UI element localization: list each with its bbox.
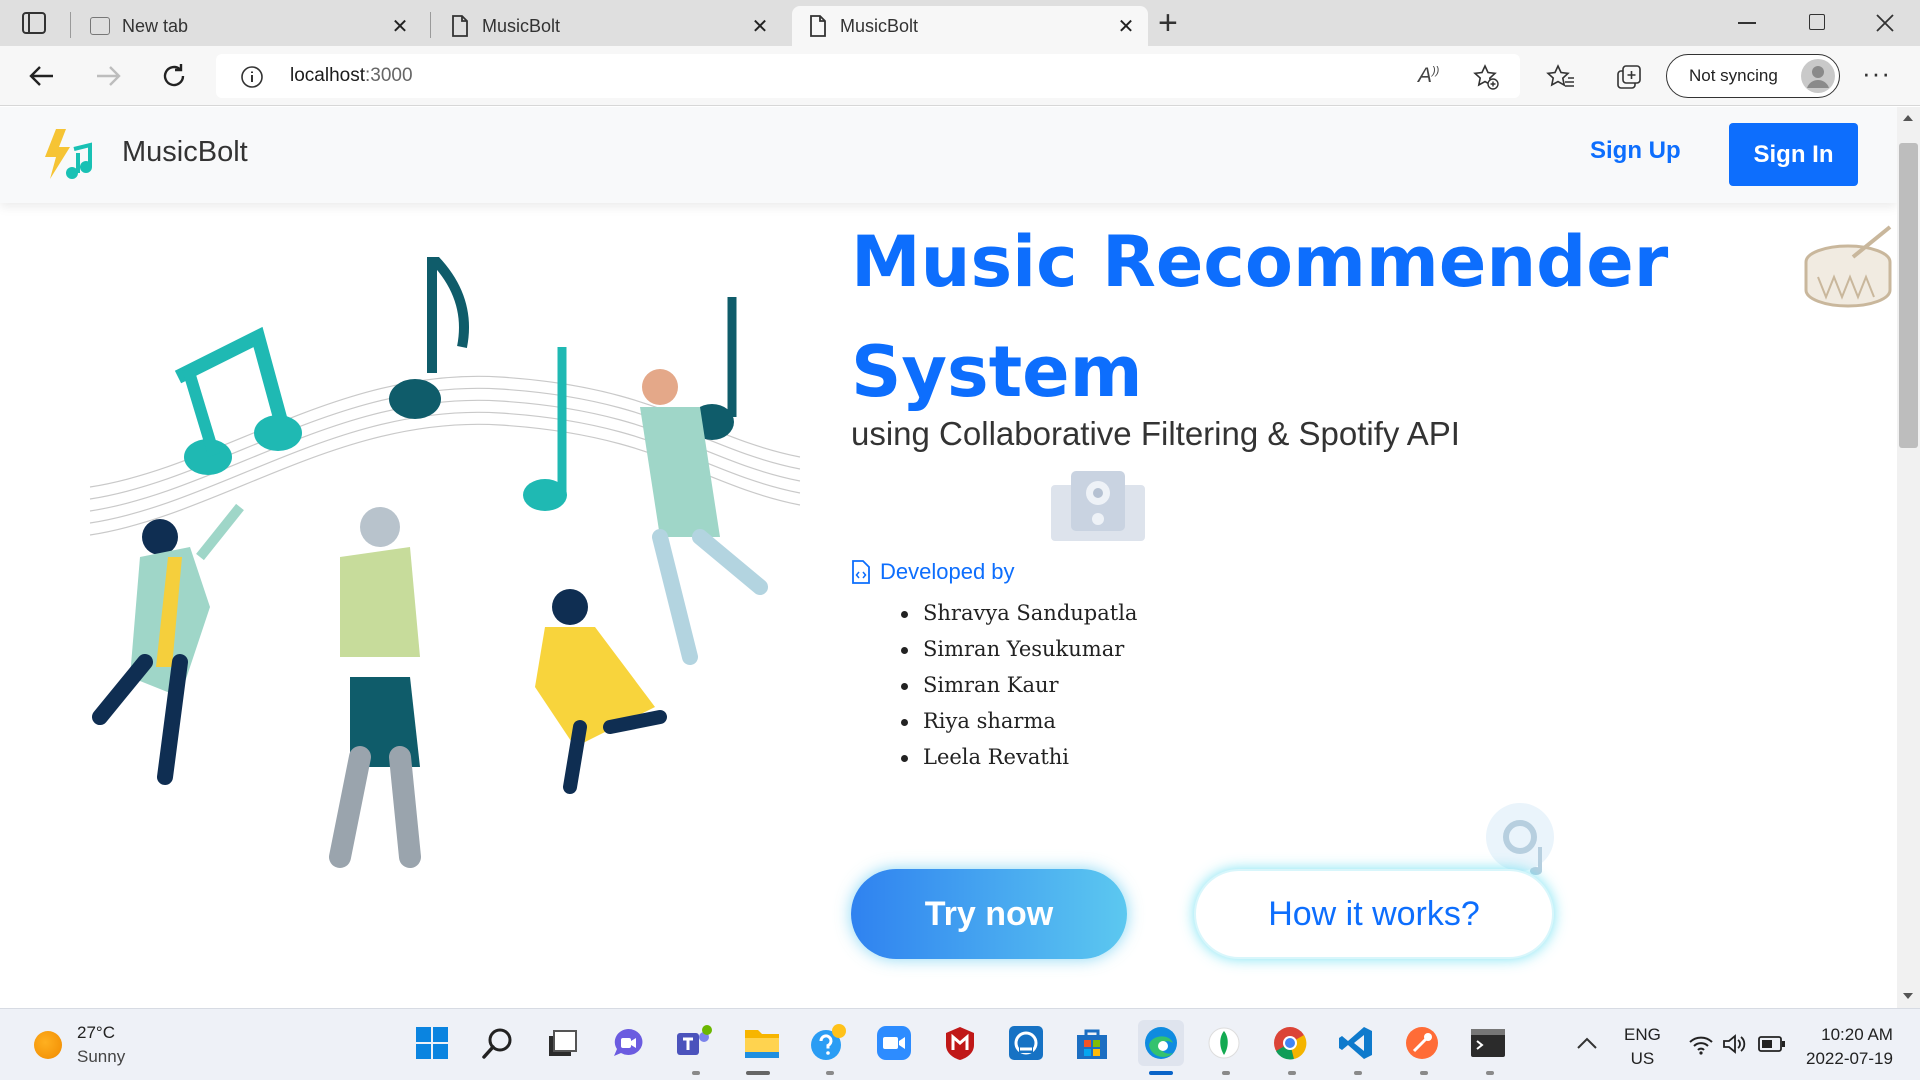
weather-condition[interactable]: Sunny [77, 1047, 125, 1067]
refresh-icon[interactable] [158, 60, 190, 92]
app-icon[interactable] [1006, 1023, 1046, 1063]
hero-title-line: System [851, 331, 1143, 413]
close-tab-icon[interactable]: ✕ [1114, 14, 1138, 39]
dancer-shoulders-icon [329, 507, 421, 868]
weather-temperature[interactable]: 27°C [77, 1023, 115, 1043]
system-clock[interactable]: 10:20 AM 2022-07-19 [1806, 1023, 1893, 1071]
mcafee-icon[interactable] [940, 1023, 980, 1063]
collections-icon[interactable] [1614, 62, 1644, 92]
dancer-left-icon [92, 503, 244, 785]
postman-icon[interactable] [1402, 1023, 1442, 1063]
page-icon [452, 15, 468, 37]
speaker-icon [1051, 471, 1145, 541]
close-tab-icon[interactable]: ✕ [388, 14, 412, 39]
scroll-up-icon[interactable] [1903, 115, 1913, 121]
music-note-dark-icon [389, 257, 469, 419]
new-tab-button[interactable]: + [1158, 4, 1178, 43]
sync-label: Not syncing [1689, 66, 1778, 85]
site-info-icon[interactable] [240, 65, 264, 89]
zoom-icon[interactable] [874, 1023, 914, 1063]
developed-by-label: Developed by [880, 559, 1015, 584]
back-icon[interactable] [26, 60, 58, 92]
add-favorite-icon[interactable] [1472, 63, 1500, 91]
profile-icon [1807, 66, 1829, 88]
hero-title: Music Recommender System [851, 207, 1751, 427]
tab-actions-icon[interactable] [22, 12, 46, 34]
vscode-icon[interactable] [1336, 1023, 1376, 1063]
hero-illustration [89, 257, 801, 868]
chrome-icon[interactable] [1270, 1023, 1310, 1063]
music-note-teal-icon [174, 326, 302, 475]
profile-sync-button[interactable]: Not syncing [1666, 54, 1840, 98]
language-code: ENG [1624, 1025, 1661, 1044]
list-item: Simran Kaur [901, 667, 1137, 703]
address-toolbar: localhost:3000 A)) Not syncing ··· [0, 46, 1920, 106]
read-aloud-icon[interactable]: A)) [1418, 64, 1439, 88]
sign-up-link[interactable]: Sign Up [1590, 137, 1681, 165]
chat-icon[interactable] [608, 1023, 648, 1063]
brand-name[interactable]: MusicBolt [122, 136, 248, 169]
code-file-icon [852, 560, 870, 584]
url-text: localhost:3000 [290, 65, 413, 86]
musicbolt-logo-icon[interactable] [42, 127, 98, 185]
search-icon[interactable] [478, 1023, 518, 1063]
sun-weather-icon[interactable] [34, 1031, 62, 1059]
new-tab-page-icon [90, 17, 110, 35]
start-icon[interactable] [412, 1023, 452, 1063]
teams-icon[interactable] [674, 1023, 714, 1063]
tab-title: New tab [122, 15, 189, 36]
mongodb-compass-icon[interactable] [1204, 1023, 1244, 1063]
how-it-works-button[interactable]: How it works? [1194, 869, 1554, 959]
terminal-icon[interactable] [1468, 1023, 1508, 1063]
edge-icon[interactable] [1138, 1020, 1184, 1066]
page-viewport: MusicBolt Sign Up Sign In Music Recommen… [0, 107, 1897, 1008]
region-code: US [1630, 1049, 1655, 1068]
list-item: Riya sharma [901, 703, 1137, 739]
settings-more-icon[interactable]: ··· [1862, 58, 1891, 89]
hero-title-line: Music Recommender [851, 221, 1669, 303]
tab-strip: New tab ✕ MusicBolt ✕ MusicBolt ✕ + [0, 0, 1920, 46]
developer-list: Shravya Sandupatla Simran Yesukumar Simr… [901, 595, 1137, 775]
tab-new-tab[interactable]: New tab ✕ [78, 6, 422, 46]
favorites-icon[interactable] [1546, 62, 1576, 92]
site-navbar: MusicBolt Sign Up Sign In [0, 107, 1897, 203]
try-now-button[interactable]: Try now [851, 869, 1127, 959]
window-close-icon[interactable] [1876, 14, 1894, 32]
wifi-icon[interactable] [1688, 1035, 1714, 1055]
language-indicator[interactable]: ENG US [1624, 1023, 1661, 1071]
tab-title: MusicBolt [840, 15, 919, 36]
battery-icon[interactable] [1758, 1035, 1786, 1053]
restore-icon[interactable] [1809, 14, 1825, 30]
tab-title: MusicBolt [482, 15, 561, 36]
dancer-yellow-icon [535, 589, 667, 794]
close-tab-icon[interactable]: ✕ [748, 14, 772, 39]
store-icon[interactable] [1072, 1023, 1112, 1063]
drum-icon [1804, 225, 1892, 308]
tab-musicbolt-1[interactable]: MusicBolt ✕ [438, 6, 782, 46]
clock-time: 10:20 AM [1821, 1025, 1893, 1044]
file-explorer-icon[interactable] [742, 1023, 782, 1063]
list-item: Simran Yesukumar [901, 631, 1137, 667]
scrollbar-thumb[interactable] [1899, 143, 1918, 448]
tab-musicbolt-active[interactable]: MusicBolt ✕ [792, 6, 1148, 46]
chevron-up-icon[interactable] [1576, 1035, 1598, 1051]
page-icon [810, 15, 826, 37]
taskbar: 27°C Sunny ENG US 10:20 AM 2022-07-19 [0, 1008, 1920, 1080]
url-bar[interactable]: localhost:3000 A)) [216, 54, 1520, 98]
task-view-icon[interactable] [542, 1023, 582, 1063]
volume-icon[interactable] [1722, 1033, 1748, 1055]
forward-icon[interactable] [92, 60, 124, 92]
clock-date: 2022-07-19 [1806, 1049, 1893, 1068]
avatar [1801, 59, 1835, 93]
scroll-down-icon[interactable] [1903, 993, 1913, 999]
list-item: Leela Revathi [901, 739, 1137, 775]
developed-by-heading: Developed by [851, 559, 1015, 585]
dancer-right-icon [640, 369, 768, 665]
hero-subtitle: using Collaborative Filtering & Spotify … [851, 415, 1460, 452]
help-icon[interactable] [808, 1023, 848, 1063]
sign-in-button[interactable]: Sign In [1729, 123, 1858, 186]
minimize-icon[interactable] [1738, 22, 1756, 24]
list-item: Shravya Sandupatla [901, 595, 1137, 631]
